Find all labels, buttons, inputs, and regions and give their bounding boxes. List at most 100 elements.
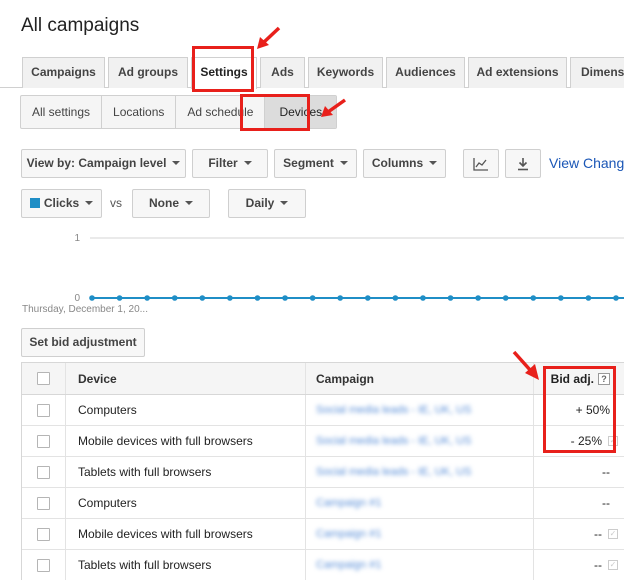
tab-dimensions[interactable]: Dimensi — [570, 57, 624, 88]
bid-cell[interactable]: -- — [534, 488, 624, 518]
device-cell: Mobile devices with full browsers — [66, 519, 306, 549]
clicks-data-point[interactable] — [392, 295, 399, 301]
clicks-data-point[interactable] — [254, 295, 261, 301]
set-bid-adjustment-button[interactable]: Set bid adjustment — [21, 328, 145, 357]
columns-button[interactable]: Columns — [363, 149, 446, 178]
clicks-data-point[interactable] — [613, 295, 619, 301]
edit-icon[interactable]: ✓ — [608, 560, 618, 570]
tab-campaigns[interactable]: Campaigns — [22, 57, 105, 88]
row-checkbox[interactable] — [37, 403, 50, 417]
period-dropdown[interactable]: Daily — [228, 189, 306, 218]
tab-ad-groups[interactable]: Ad groups — [108, 57, 188, 88]
download-button[interactable] — [505, 149, 541, 178]
campaign-link[interactable]: Social media leads - IE, UK, US — [316, 404, 471, 416]
clicks-data-point[interactable] — [502, 295, 509, 301]
row-checkbox[interactable] — [37, 434, 50, 448]
clicks-data-point[interactable] — [309, 295, 316, 301]
campaign-link[interactable]: Social media leads - IE, UK, US — [316, 435, 471, 447]
chevron-down-icon — [280, 200, 289, 205]
highlight-devices-subtab — [240, 94, 310, 131]
bid-cell[interactable]: -- ✓ — [534, 519, 624, 549]
metric2-label: None — [149, 196, 179, 210]
row-checkbox[interactable] — [37, 558, 50, 572]
bid-value: -- — [602, 465, 610, 479]
metric1-dropdown[interactable]: Clicks — [21, 189, 102, 218]
tab-ads[interactable]: Ads — [260, 57, 305, 88]
filter-label: Filter — [208, 156, 238, 170]
view-by-dropdown[interactable]: View by: Campaign level — [21, 149, 186, 178]
bid-value: -- — [594, 527, 602, 541]
bid-cell[interactable]: -- — [534, 457, 624, 487]
clicks-data-point[interactable] — [585, 295, 592, 301]
clicks-data-point[interactable] — [475, 295, 481, 301]
campaign-cell: Campaign #1 — [306, 519, 534, 549]
segment-label: Segment — [283, 156, 334, 170]
clicks-data-point[interactable] — [337, 295, 344, 301]
bid-value: -- — [602, 496, 610, 510]
device-cell: Computers — [66, 488, 306, 518]
download-icon — [518, 157, 528, 171]
clicks-data-point[interactable] — [447, 295, 454, 301]
header-device[interactable]: Device — [66, 363, 306, 394]
highlight-bid-adjustments — [543, 366, 616, 453]
tab-audiences[interactable]: Audiences — [386, 57, 465, 88]
device-cell: Tablets with full browsers — [66, 457, 306, 487]
campaign-cell: Social media leads - IE, UK, US — [306, 426, 534, 456]
campaign-link[interactable]: Campaign #1 — [316, 528, 381, 540]
row-checkbox[interactable] — [37, 527, 50, 541]
clicks-data-point[interactable] — [89, 295, 95, 301]
row-checkbox[interactable] — [37, 465, 50, 479]
x-start-label: Thursday, December 1, 20... — [22, 304, 148, 315]
chevron-down-icon — [172, 160, 181, 165]
campaign-cell: Campaign #1 — [306, 488, 534, 518]
arrow-icon — [321, 98, 347, 117]
metric1-label: Clicks — [43, 196, 80, 210]
y-tick-label: 0 — [74, 293, 80, 304]
bid-cell[interactable]: -- ✓ — [534, 550, 624, 580]
table-row: Computers Social media leads - IE, UK, U… — [22, 395, 624, 426]
campaign-link[interactable]: Campaign #1 — [316, 497, 381, 509]
row-check-cell — [22, 550, 66, 580]
clicks-data-point[interactable] — [530, 295, 537, 301]
row-check-cell — [22, 519, 66, 549]
header-campaign[interactable]: Campaign — [306, 363, 534, 394]
row-check-cell — [22, 426, 66, 456]
subtab-locations[interactable]: Locations — [102, 96, 177, 128]
clicks-data-point[interactable] — [420, 295, 426, 301]
clicks-data-point[interactable] — [116, 295, 123, 301]
clicks-color-swatch — [29, 197, 40, 208]
tab-keywords[interactable]: Keywords — [308, 57, 383, 88]
view-change-history-link[interactable]: View Change — [549, 155, 624, 171]
select-all-checkbox[interactable] — [37, 372, 50, 385]
row-checkbox[interactable] — [37, 496, 50, 510]
clicks-data-point[interactable] — [364, 295, 371, 301]
tab-ad-extensions[interactable]: Ad extensions — [468, 57, 567, 88]
metric2-dropdown[interactable]: None — [132, 189, 210, 218]
campaign-cell: Social media leads - IE, UK, US — [306, 395, 534, 425]
clicks-data-point[interactable] — [282, 295, 288, 301]
clicks-data-point[interactable] — [558, 295, 564, 301]
row-check-cell — [22, 457, 66, 487]
bid-value: -- — [594, 558, 602, 572]
subtab-all-settings[interactable]: All settings — [21, 96, 103, 128]
clicks-data-point[interactable] — [199, 295, 206, 301]
campaign-link[interactable]: Campaign #1 — [316, 559, 381, 571]
clicks-data-point[interactable] — [144, 295, 150, 301]
clicks-line-chart: 1 0 Thursday, December 1, 20... — [22, 233, 624, 315]
clicks-data-point[interactable] — [227, 295, 233, 301]
period-label: Daily — [245, 196, 275, 210]
campaign-link[interactable]: Social media leads - IE, UK, US — [316, 466, 471, 478]
chevron-down-icon — [429, 160, 438, 165]
clicks-data-point[interactable] — [171, 295, 178, 301]
edit-icon[interactable]: ✓ — [608, 529, 618, 539]
segment-button[interactable]: Segment — [274, 149, 357, 178]
arrow-icon — [512, 350, 539, 380]
device-cell: Mobile devices with full browsers — [66, 426, 306, 456]
campaign-cell: Social media leads - IE, UK, US — [306, 457, 534, 487]
table-row: Mobile devices with full browsers Campai… — [22, 519, 624, 550]
filter-button[interactable]: Filter — [192, 149, 268, 178]
page-title: All campaigns — [21, 15, 140, 36]
chart-toggle-button[interactable] — [463, 149, 499, 178]
vs-label: vs — [110, 196, 122, 210]
table-row: Mobile devices with full browsers Social… — [22, 426, 624, 457]
